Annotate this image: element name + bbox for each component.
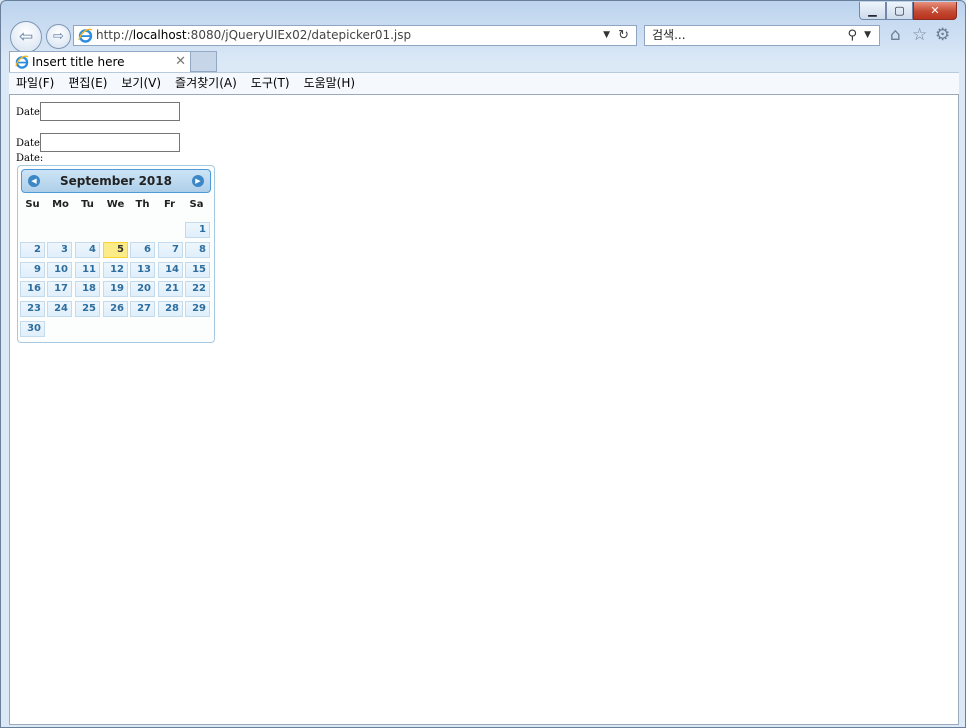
calendar-day[interactable]: 25 — [75, 301, 100, 317]
next-month-icon[interactable]: ▶ — [192, 175, 204, 187]
tab-active[interactable]: Insert title here ✕ — [9, 51, 191, 72]
search-dropdown-icon[interactable]: ▼ — [864, 26, 871, 45]
calendar-day[interactable]: 2 — [20, 242, 45, 258]
calendar-day[interactable]: 12 — [103, 262, 128, 278]
search-box[interactable]: 검색... ⚲ ▼ — [644, 25, 880, 46]
date-label-3: Date: — [16, 153, 44, 164]
weekday-header: Sa — [189, 199, 204, 210]
datepicker-header: ◀ September 2018 ▶ — [21, 169, 211, 193]
close-button[interactable]: ✕ — [913, 2, 957, 20]
calendar-day[interactable]: 20 — [130, 281, 155, 297]
address-bar[interactable]: http://localhost:8080/jQueryUIEx02/datep… — [73, 25, 637, 46]
weekday-header: Mo — [52, 199, 69, 210]
calendar-day[interactable]: 23 — [20, 301, 45, 317]
calendar-day[interactable]: 26 — [103, 301, 128, 317]
menu-bar: 파일(F) 편집(E) 보기(V) 즐겨찾기(A) 도구(T) 도움말(H) — [9, 72, 959, 95]
weekday-header: Th — [135, 199, 150, 210]
tab-title: Insert title here — [32, 55, 125, 69]
browser-window: ▁ ▢ ✕ ⇦ ⇨ http://localhost:8080/jQueryUI… — [0, 0, 966, 728]
calendar-day-highlighted[interactable]: 5 — [103, 242, 128, 258]
calendar-day[interactable]: 6 — [130, 242, 155, 258]
calendar-day[interactable]: 1 — [185, 222, 210, 238]
calendar-day[interactable]: 18 — [75, 281, 100, 297]
datepicker-title: September 2018 — [60, 174, 172, 188]
calendar-day[interactable]: 16 — [20, 281, 45, 297]
date-input-1[interactable] — [40, 102, 180, 121]
menu-help[interactable]: 도움말(H) — [297, 73, 363, 94]
favorites-star-icon[interactable]: ☆ — [912, 26, 927, 45]
page-content: Date: Date: Date: ◀ September 2018 ▶ Su … — [9, 94, 959, 725]
calendar-day[interactable]: 27 — [130, 301, 155, 317]
search-placeholder: 검색... — [652, 28, 686, 42]
calendar-day[interactable]: 30 — [20, 321, 45, 337]
calendar-day[interactable]: 28 — [158, 301, 183, 317]
tab-close-icon[interactable]: ✕ — [175, 52, 186, 72]
menu-file[interactable]: 파일(F) — [9, 73, 61, 94]
menu-favorites[interactable]: 즐겨찾기(A) — [168, 73, 244, 94]
calendar-day[interactable]: 19 — [103, 281, 128, 297]
calendar-day[interactable]: 22 — [185, 281, 210, 297]
calendar-day[interactable]: 8 — [185, 242, 210, 258]
menu-edit[interactable]: 편집(E) — [61, 73, 114, 94]
forward-arrow-icon: ⇨ — [53, 29, 64, 44]
calendar-day[interactable]: 15 — [185, 262, 210, 278]
address-dropdown-icon[interactable]: ▼ — [603, 26, 610, 45]
calendar-day[interactable]: 21 — [158, 281, 183, 297]
calendar-day[interactable]: 9 — [20, 262, 45, 278]
menu-view[interactable]: 보기(V) — [114, 73, 168, 94]
settings-gear-icon[interactable]: ⚙ — [935, 26, 950, 45]
calendar-day[interactable]: 29 — [185, 301, 210, 317]
new-tab-button[interactable] — [191, 51, 217, 72]
refresh-icon[interactable]: ↻ — [618, 26, 629, 45]
home-icon[interactable]: ⌂ — [890, 26, 901, 45]
calendar-day[interactable]: 24 — [47, 301, 72, 317]
calendar-day[interactable]: 7 — [158, 242, 183, 258]
calendar-day[interactable]: 13 — [130, 262, 155, 278]
menu-tools[interactable]: 도구(T) — [244, 73, 297, 94]
search-icon[interactable]: ⚲ — [847, 26, 857, 45]
weekday-header: We — [106, 199, 125, 210]
date-input-2[interactable] — [40, 133, 180, 152]
back-arrow-icon: ⇦ — [18, 27, 34, 47]
back-button[interactable]: ⇦ — [10, 21, 42, 53]
maximize-button[interactable]: ▢ — [886, 2, 913, 20]
calendar-day[interactable]: 14 — [158, 262, 183, 278]
calendar-day[interactable]: 10 — [47, 262, 72, 278]
calendar-day[interactable]: 3 — [47, 242, 72, 258]
ie-icon — [15, 55, 29, 69]
calendar-day[interactable]: 17 — [47, 281, 72, 297]
weekday-header: Su — [25, 199, 40, 210]
forward-button[interactable]: ⇨ — [46, 24, 71, 49]
window-controls: ▁ ▢ ✕ — [859, 2, 957, 20]
ie-icon — [78, 28, 93, 43]
datepicker-calendar: ◀ September 2018 ▶ Su Mo Tu We Th Fr Sa … — [17, 165, 215, 343]
weekday-header: Fr — [163, 199, 176, 210]
address-url: http://localhost:8080/jQueryUIEx02/datep… — [96, 28, 412, 42]
minimize-button[interactable]: ▁ — [859, 2, 886, 20]
calendar-day[interactable]: 11 — [75, 262, 100, 278]
weekday-header: Tu — [81, 199, 94, 210]
calendar-day[interactable]: 4 — [75, 242, 100, 258]
